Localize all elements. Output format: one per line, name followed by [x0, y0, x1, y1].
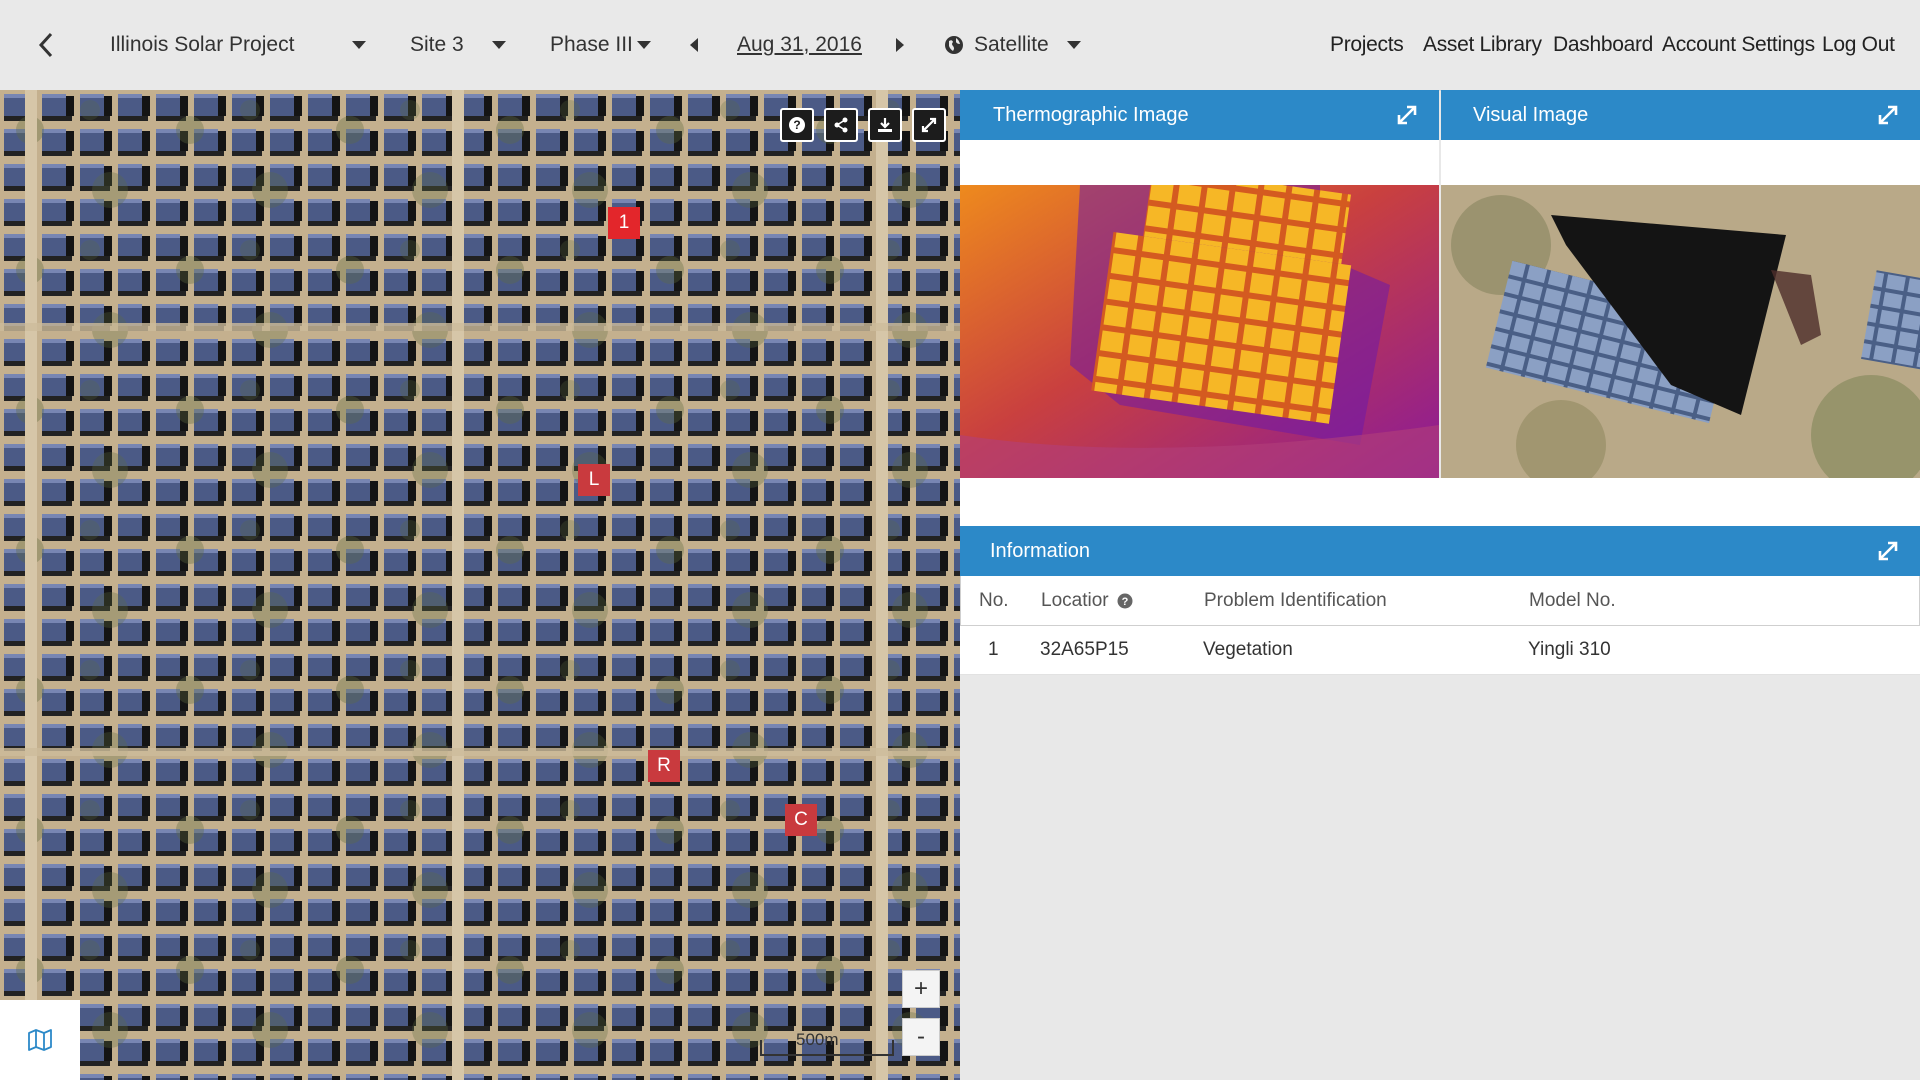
- project-select[interactable]: Illinois Solar Project: [110, 0, 294, 90]
- date-label: Aug 31, 2016: [737, 33, 862, 56]
- visual-image: [1441, 185, 1920, 478]
- nav-account-settings-link[interactable]: Account Settings: [1662, 33, 1815, 57]
- map-marker-c[interactable]: C: [785, 804, 817, 836]
- back-button[interactable]: [36, 0, 56, 90]
- view-dropdown-icon[interactable]: [1067, 0, 1081, 90]
- thermographic-panel-spacer: [960, 140, 1439, 185]
- download-icon: [878, 118, 892, 132]
- map-layers-button[interactable]: [0, 1000, 80, 1080]
- nav-log-out[interactable]: Log Out: [1822, 0, 1895, 90]
- map-imagery: [0, 90, 960, 1080]
- zoom-out-button[interactable]: -: [902, 1018, 940, 1056]
- table-row[interactable]: 1 32A65P15 Vegetation Yingli 310: [960, 626, 1920, 675]
- nav-projects[interactable]: Projects: [1330, 0, 1404, 90]
- map-scale-label: 500m: [796, 1030, 839, 1049]
- map-marker-l[interactable]: L: [578, 464, 610, 496]
- view-select[interactable]: Satellite: [944, 0, 1049, 90]
- column-header-locatior-label: Locatior: [1041, 589, 1109, 611]
- help-circle-icon[interactable]: ?: [1117, 593, 1133, 609]
- column-header-locatior[interactable]: Locatior ?: [1041, 590, 1204, 612]
- cell-locatior: 32A65P15: [1040, 639, 1129, 660]
- zoom-in-label: +: [913, 975, 928, 1002]
- expand-icon[interactable]: [1395, 103, 1419, 127]
- map-marker-label: 1: [618, 212, 630, 233]
- zoom-in-button[interactable]: +: [902, 970, 940, 1008]
- table-header-row: No. Locatior ? Problem Identification Mo…: [960, 576, 1920, 626]
- svg-text:?: ?: [1121, 596, 1128, 608]
- column-header-no[interactable]: No.: [961, 590, 1041, 612]
- nav-projects-link[interactable]: Projects: [1330, 33, 1404, 57]
- visual-panel-title: Visual Image: [1473, 103, 1589, 126]
- map-marker-r[interactable]: R: [648, 750, 680, 782]
- site-select-label: Site 3: [410, 33, 464, 56]
- map-toolbar: ?: [780, 108, 946, 142]
- nav-asset-library[interactable]: Asset Library: [1423, 0, 1542, 90]
- phase-select[interactable]: Phase III: [550, 0, 651, 90]
- information-panel-title: Information: [990, 539, 1091, 562]
- svg-text:?: ?: [793, 118, 800, 132]
- question-icon: ?: [789, 117, 805, 133]
- thermographic-panel-title: Thermographic Image: [993, 103, 1189, 126]
- nav-account-settings[interactable]: Account Settings: [1662, 0, 1815, 90]
- globe-icon: [945, 36, 963, 54]
- map-marker-label: L: [588, 469, 600, 490]
- share-button[interactable]: [824, 108, 858, 142]
- cell-problem: Vegetation: [1203, 639, 1293, 660]
- map-icon: [28, 1029, 52, 1051]
- column-header-model[interactable]: Model No.: [1529, 590, 1829, 612]
- zoom-out-label: -: [917, 1023, 925, 1050]
- information-table: No. Locatior ? Problem Identification Mo…: [960, 576, 1920, 675]
- triangle-right-icon: [896, 38, 904, 52]
- date-prev-button[interactable]: [690, 0, 698, 90]
- project-select-label: Illinois Solar Project: [110, 33, 295, 56]
- map-marker-1[interactable]: 1: [608, 207, 640, 239]
- expand-icon: [921, 117, 937, 133]
- top-bar: Illinois Solar Project Site 3 Phase III …: [0, 0, 1920, 91]
- expand-icon[interactable]: [1876, 103, 1900, 127]
- date-picker[interactable]: Aug 31, 2016: [737, 0, 862, 90]
- download-button[interactable]: [868, 108, 902, 142]
- map-marker-label: R: [657, 755, 671, 776]
- phase-dropdown-icon: [636, 41, 651, 49]
- thermographic-panel-header: Thermographic Image: [960, 90, 1439, 140]
- nav-asset-library-link[interactable]: Asset Library: [1423, 33, 1542, 57]
- info-spacer: [960, 478, 1920, 526]
- fullscreen-button[interactable]: [912, 108, 946, 142]
- thermographic-image: [960, 185, 1439, 478]
- site-select[interactable]: Site 3: [410, 0, 464, 90]
- expand-icon[interactable]: [1876, 539, 1900, 563]
- nav-dashboard-link[interactable]: Dashboard: [1553, 33, 1653, 57]
- site-dropdown-icon[interactable]: [492, 0, 506, 90]
- cell-no: 1: [988, 639, 999, 660]
- share-icon: [834, 117, 848, 133]
- help-button[interactable]: ?: [780, 108, 814, 142]
- visual-panel-spacer: [1441, 140, 1920, 185]
- triangle-left-icon: [690, 38, 698, 52]
- chevron-left-icon: [38, 32, 53, 58]
- project-dropdown-icon[interactable]: [352, 0, 366, 90]
- map-marker-label: C: [794, 809, 808, 830]
- nav-log-out-link[interactable]: Log Out: [1822, 33, 1895, 57]
- view-select-label: Satellite: [974, 33, 1049, 56]
- phase-select-label: Phase III: [550, 33, 633, 56]
- information-panel-header: Information: [960, 526, 1920, 576]
- cell-model: Yingli 310: [1528, 639, 1611, 660]
- visual-panel-header: Visual Image: [1441, 90, 1920, 140]
- date-next-button[interactable]: [896, 0, 904, 90]
- column-header-problem[interactable]: Problem Identification: [1204, 590, 1529, 612]
- satellite-map[interactable]: ? 1 L R C + - 500m: [0, 90, 960, 1080]
- nav-dashboard[interactable]: Dashboard: [1553, 0, 1653, 90]
